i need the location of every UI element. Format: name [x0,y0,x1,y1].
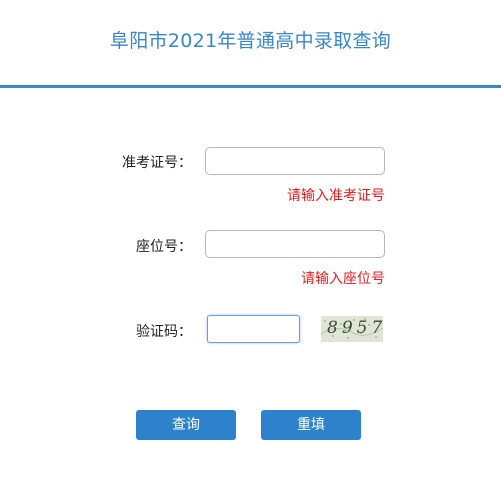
seat-number-error: 请输入座位号 [301,271,385,287]
seat-number-input[interactable] [205,230,385,258]
page-title: 阜阳市2021年普通高中录取查询 [109,30,392,52]
seat-number-label: 座位号： [136,239,192,255]
page-header: 阜阳市2021年普通高中录取查询 [0,0,501,88]
exam-number-error: 请输入准考证号 [287,188,385,204]
reset-button[interactable]: 重填 [261,410,361,440]
captcha-label: 验证码： [136,324,192,340]
captcha-text: 8957 [327,318,383,338]
exam-number-label: 准考证号： [122,155,192,171]
captcha-input[interactable] [207,315,300,343]
captcha-image[interactable]: 8957 [321,316,383,342]
query-button[interactable]: 查询 [136,410,236,440]
exam-number-input[interactable] [205,147,385,175]
